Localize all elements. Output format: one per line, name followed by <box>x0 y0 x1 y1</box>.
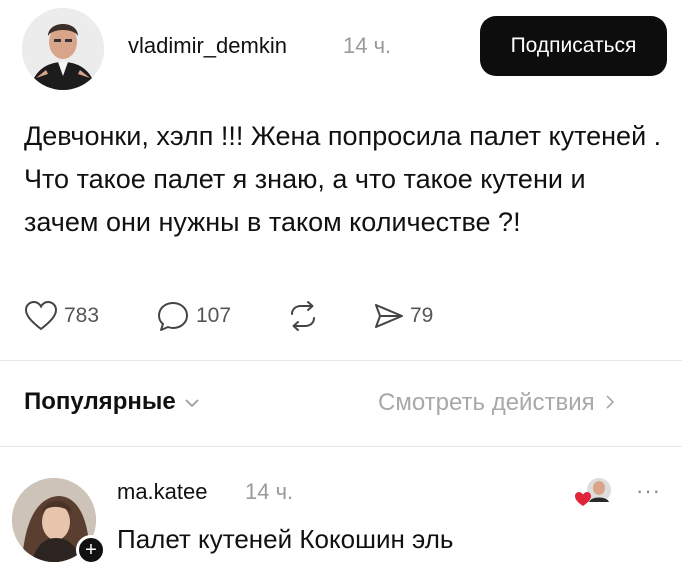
comment-count: 107 <box>196 304 232 327</box>
send-icon <box>372 300 406 332</box>
post-text: Девчонки, хэлп !!! Жена попросила палет … <box>24 121 662 237</box>
subscribe-button[interactable]: Подписаться <box>480 16 667 76</box>
post-timestamp: 14 ч. <box>343 33 392 58</box>
share-button[interactable]: 79 <box>372 297 433 335</box>
comment-author-username[interactable]: ma.katee <box>117 479 208 505</box>
comment-bubble-icon <box>156 300 190 332</box>
post-author-avatar[interactable] <box>22 8 104 90</box>
sort-dropdown[interactable]: Популярные <box>24 388 200 416</box>
divider <box>0 360 682 361</box>
follow-plus-icon[interactable]: + <box>76 535 106 565</box>
share-count: 79 <box>410 304 434 327</box>
view-activity-link[interactable]: Смотреть действия <box>378 389 615 417</box>
more-icon[interactable]: ··· <box>636 478 661 504</box>
sort-label: Популярные <box>24 388 176 415</box>
comment-button[interactable]: 107 <box>156 297 231 335</box>
author-liked-badge <box>571 474 615 514</box>
post-author-username[interactable]: vladimir_demkin <box>128 33 287 59</box>
chevron-down-icon <box>184 388 200 416</box>
comment-text: Палет кутеней Кокошин эль <box>117 524 454 554</box>
chevron-right-icon <box>605 389 615 417</box>
repost-icon <box>286 300 320 332</box>
like-count: 783 <box>64 304 100 327</box>
view-activity-label: Смотреть действия <box>378 389 595 416</box>
like-button[interactable]: 783 <box>24 297 99 335</box>
repost-button[interactable] <box>286 297 320 335</box>
divider <box>0 446 682 447</box>
comment-timestamp: 14 ч. <box>245 479 294 504</box>
heart-icon <box>24 300 58 332</box>
